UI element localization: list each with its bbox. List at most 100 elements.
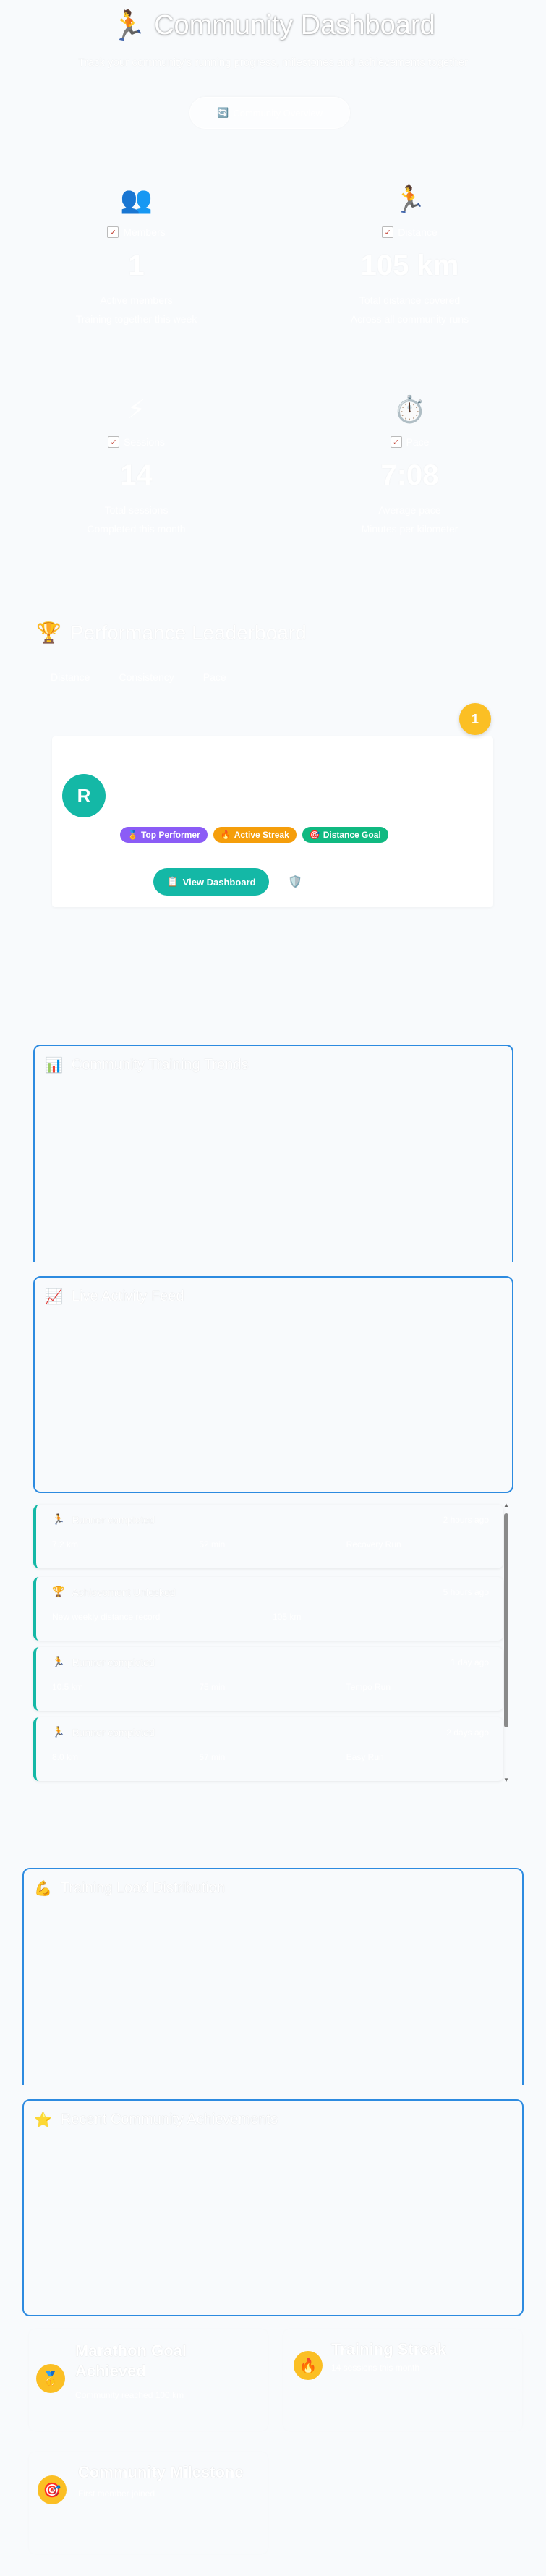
- feed-item-detail: New weekly distance record: [52, 1612, 161, 1622]
- runner-icon: 🏃: [52, 1656, 65, 1667]
- stat-card-pace: ⏱️ ✓ Pace 7:08 Average pace Minutes per k…: [273, 373, 546, 575]
- tab-consistency[interactable]: Consistency: [119, 668, 174, 686]
- feed-item-distance: 10.5 km: [52, 1682, 83, 1692]
- check-icon: ✓: [382, 226, 394, 238]
- stat-detail: Training together this week: [75, 313, 197, 325]
- scroll-down-arrow[interactable]: ▼: [503, 1777, 509, 1783]
- feed-item-time: 2 hours ago: [443, 1515, 489, 1525]
- active-streak-badge: 🔥 Active Streak: [213, 827, 297, 843]
- stat-detail: Completed this month: [87, 523, 186, 535]
- runner-icon: 🏃: [52, 1513, 65, 1525]
- runner-icon: 🏃: [111, 10, 148, 42]
- community-overview-button[interactable]: 🔄 Community Overview: [189, 97, 350, 129]
- achievement-card: 🎯 Community Milestone First member joine…: [29, 2452, 268, 2554]
- feed-item-time: 2 days ago: [446, 1727, 489, 1738]
- page-title-text: Community Dashboard: [154, 10, 435, 41]
- clipboard-icon: 📋: [166, 876, 179, 887]
- members-icon: 👥: [120, 184, 153, 214]
- achievement-subtitle: Community reached 100 km: [75, 2390, 184, 2400]
- stat-value: 105 km: [360, 250, 459, 281]
- top-performer-badge: 🏅 Top Performer: [120, 827, 208, 843]
- bar-chart-icon: 📊: [45, 1058, 63, 1074]
- achievement-subtitle: 14 sessions this month: [331, 2363, 420, 2373]
- stat-caption: Total sessions: [104, 504, 169, 516]
- training-trends-title-text: Community Training Trends: [71, 1057, 249, 1073]
- avatar: R: [62, 774, 106, 817]
- shield-icon[interactable]: 🛡️: [288, 875, 302, 889]
- leaderboard-entry: [52, 736, 493, 907]
- check-icon: ✓: [107, 226, 119, 238]
- view-dashboard-label: View Dashboard: [182, 876, 256, 888]
- feed-item-duration: 52 min: [199, 1539, 226, 1550]
- stat-label: Pace: [406, 436, 430, 448]
- star-icon: ⭐: [34, 2112, 52, 2128]
- achievement-title: Training Streak: [331, 2340, 446, 2358]
- training-trends-title: 📊 Community Training Trends: [45, 1056, 248, 1074]
- feed-item-title: Runner completed: [72, 1656, 155, 1668]
- lightning-icon: ⚡: [127, 394, 146, 424]
- tab-distance[interactable]: Distance: [51, 668, 90, 686]
- trophy-icon: 🏆: [36, 621, 61, 644]
- feed-item-type: Easy Run: [346, 1752, 384, 1762]
- leaderboard-tabs: Distance Consistency Pace: [51, 668, 226, 686]
- stat-caption: Total distance covered: [359, 294, 461, 306]
- feed-item-type: [383, 1612, 494, 1622]
- medal-icon: 🏅: [127, 830, 138, 840]
- stat-caption: Active members: [100, 294, 173, 306]
- stat-card-distance: 🏃 ✓ Distance 105 km Total distance covere…: [273, 163, 546, 365]
- achievement-card: 🔥 Training Streak 14 sessions this month: [283, 2329, 522, 2431]
- badge-label: Active Streak: [234, 830, 289, 840]
- target-icon: 🎯: [309, 830, 320, 840]
- check-icon: ✓: [108, 436, 120, 448]
- check-icon: ✓: [390, 436, 402, 448]
- stat-label: Members: [123, 226, 166, 238]
- stat-label: Distance: [398, 226, 438, 238]
- badge-label: Distance Goal: [323, 830, 381, 840]
- achievements-title: ⭐ Recent Community Achievements: [34, 2111, 278, 2129]
- training-load-title: 💪 Training Load Distribution: [34, 1879, 225, 1897]
- leaderboard-title-text: Performance Leaderboard: [69, 621, 307, 644]
- stat-detail: Minutes per kilometer: [361, 523, 458, 535]
- feed-item[interactable]: 🏆 Achievement Unlocked 5 hours ago New we…: [33, 1577, 503, 1641]
- feed-item-type: Recovery Run: [346, 1539, 401, 1550]
- feed-item[interactable]: 🏃 Runner completed 2 hours ago 7.2 km 52 m…: [33, 1505, 503, 1568]
- stat-detail: Across all community runs: [350, 313, 469, 325]
- activity-feed-title: 📈 Live Activity Feed: [45, 1288, 184, 1306]
- tab-pace[interactable]: Pace: [203, 668, 226, 686]
- achievement-card: 🥇 Marathon Goal Achieved Community reach…: [29, 2329, 268, 2431]
- feed-item-title: Achievement Unlocked: [72, 1586, 176, 1598]
- trend-chart-icon: 📈: [45, 1289, 63, 1305]
- feed-item-duration: 75 min: [199, 1682, 226, 1692]
- stat-value: 1: [128, 250, 145, 281]
- feed-scrollbar[interactable]: [504, 1513, 508, 1727]
- achievements-panel: ⭐ Recent Community Achievements: [22, 2099, 524, 2316]
- view-dashboard-button[interactable]: 📋 View Dashboard: [153, 868, 269, 896]
- feed-item-duration: 57 min: [199, 1752, 226, 1762]
- achievements-title-text: Recent Community Achievements: [60, 2112, 278, 2127]
- page-title: 🏃 Community Dashboard: [0, 9, 546, 43]
- scroll-up-arrow[interactable]: ▲: [503, 1502, 509, 1508]
- badge-row: 🏅 Top Performer 🔥 Active Streak 🎯 Distance …: [120, 827, 388, 843]
- feed-item-distance: 8.0 km: [52, 1752, 79, 1762]
- achievement-subtitle: First member joined: [78, 2488, 155, 2499]
- feed-item-title: Runner completed: [72, 1726, 155, 1738]
- feed-item[interactable]: 🏃 Runner completed 2 days ago 8.0 km 57 mi…: [33, 1717, 503, 1781]
- stat-card-members: 👥 ✓ Members 1 Active members Training tog…: [0, 163, 273, 365]
- feed-item[interactable]: 🏃 Runner completed 1 day ago 10.5 km 75 mi…: [33, 1647, 503, 1711]
- stat-value: 7:08: [380, 459, 439, 491]
- stat-card-sessions: ⚡ ✓ Sessions 14 Total sessions Completed …: [0, 373, 273, 575]
- fire-icon: 🔥: [220, 830, 231, 840]
- trophy-icon: 🏆: [52, 1586, 65, 1597]
- page-subtitle: Track your community's running progress,…: [77, 56, 469, 69]
- target-icon: 🎯: [38, 2475, 67, 2504]
- stat-caption: Average pace: [378, 504, 441, 516]
- rank-badge: 1: [459, 703, 491, 735]
- achievement-title: Community Milestone: [78, 2463, 244, 2481]
- feed-item-distance: 7.2 km: [52, 1539, 79, 1550]
- training-load-title-text: Training Load Distribution: [60, 1880, 226, 1896]
- community-overview-label: Community Overview: [233, 107, 323, 119]
- stat-label: Sessions: [124, 436, 165, 448]
- runner-icon: 🏃: [393, 184, 426, 214]
- stopwatch-icon: ⏱️: [393, 394, 426, 424]
- feed-item-type: Tempo Run: [346, 1682, 391, 1692]
